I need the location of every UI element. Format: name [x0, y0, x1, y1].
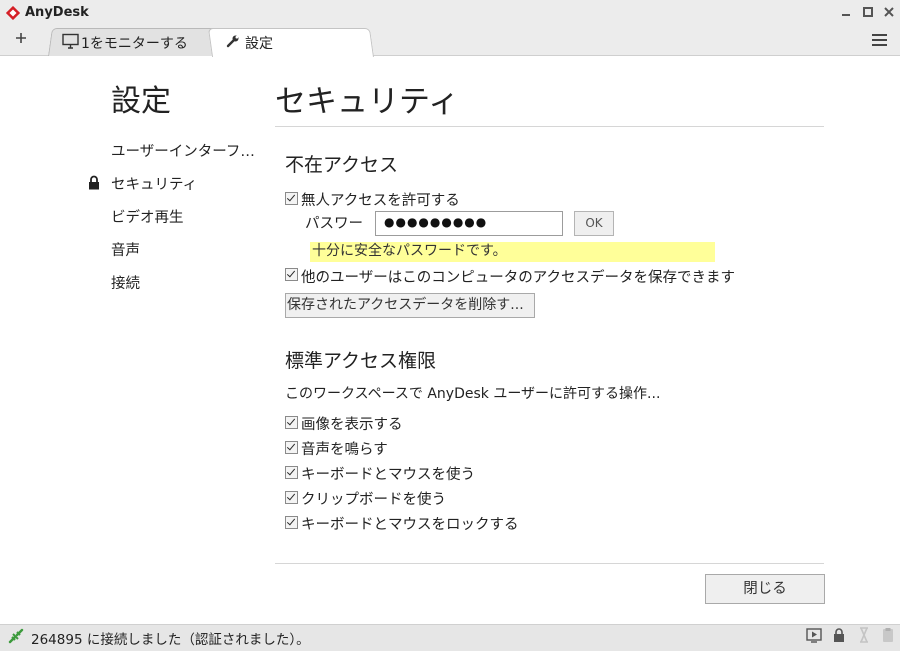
allow-unattended-checkbox[interactable] — [285, 192, 298, 205]
save-access-data-label: 他のユーザーはこのコンピュータのアクセスデータを保存できます — [301, 270, 735, 286]
permission-checkbox-keyboard-mouse[interactable] — [285, 466, 298, 479]
unattended-access-heading: 不在アクセス — [285, 154, 399, 176]
settings-heading: 設定 — [111, 84, 171, 119]
monitor-icon — [62, 33, 79, 49]
minimize-button[interactable] — [839, 5, 853, 19]
permission-checkbox-clipboard[interactable] — [285, 491, 298, 504]
delete-saved-data-button[interactable]: 保存されたアクセスデータを削除す... — [285, 293, 535, 318]
permissions-description: このワークスペースで AnyDesk ユーザーに許可する操作... — [285, 386, 661, 402]
sidebar-item-user-interface[interactable]: ユーザーインターフ… — [111, 140, 255, 161]
app-title: AnyDesk — [25, 5, 89, 20]
divider — [275, 563, 824, 564]
sidebar-item-audio[interactable]: 音声 — [111, 239, 140, 260]
add-tab-button[interactable] — [14, 30, 28, 50]
permission-label-show-image: 画像を表示する — [301, 417, 403, 433]
plus-icon — [16, 33, 26, 43]
wrench-icon — [226, 35, 239, 48]
maximize-icon — [863, 7, 873, 17]
default-permissions-heading: 標準アクセス権限 — [285, 350, 437, 372]
permission-checkbox-play-audio[interactable] — [285, 441, 298, 454]
permission-checkbox-show-image[interactable] — [285, 416, 298, 429]
password-ok-button[interactable]: OK — [574, 211, 614, 236]
hamburger-menu-icon[interactable] — [872, 33, 887, 47]
save-access-data-checkbox[interactable] — [285, 268, 298, 281]
lock-icon — [89, 175, 99, 190]
maximize-button[interactable] — [861, 5, 875, 19]
page-title: セキュリティ — [275, 84, 460, 120]
close-settings-button[interactable]: 閉じる — [705, 574, 825, 604]
tab-settings-label: 設定 — [245, 36, 273, 52]
password-label: パスワード: — [305, 216, 363, 232]
title-bar — [0, 0, 900, 26]
password-strength-hint: 十分に安全なパスワードです。 — [310, 242, 715, 262]
permission-label-play-audio: 音声を鳴らす — [301, 442, 388, 458]
permission-label-lock-input: キーボードとマウスをロックする — [301, 517, 519, 533]
permission-label-keyboard-mouse: キーボードとマウスを使う — [301, 467, 475, 483]
allow-unattended-label: 無人アクセスを許可する — [301, 193, 460, 209]
hourglass-icon — [860, 627, 868, 643]
divider — [275, 126, 824, 127]
anydesk-logo-icon — [6, 6, 20, 20]
lock-status-icon[interactable] — [831, 627, 847, 643]
status-text: 264895 に接続しました（認証されました）。 — [31, 632, 310, 648]
sidebar-item-video[interactable]: ビデオ再生 — [111, 206, 184, 227]
password-input[interactable]: ●●●●●●●●● — [375, 211, 563, 236]
minimize-icon — [842, 14, 850, 16]
connection-status-icon — [8, 628, 24, 644]
tab-monitor-label: 1をモニターする — [81, 36, 188, 52]
permission-label-clipboard: クリップボードを使う — [301, 492, 446, 508]
permission-checkbox-lock-input[interactable] — [285, 516, 298, 529]
clipboard-icon — [883, 628, 893, 642]
play-screen-icon[interactable] — [806, 627, 822, 643]
sidebar-item-connection[interactable]: 接続 — [111, 272, 140, 293]
sidebar-item-security[interactable]: セキュリティ — [111, 173, 197, 194]
close-window-button[interactable] — [882, 5, 896, 19]
close-icon — [884, 7, 894, 17]
